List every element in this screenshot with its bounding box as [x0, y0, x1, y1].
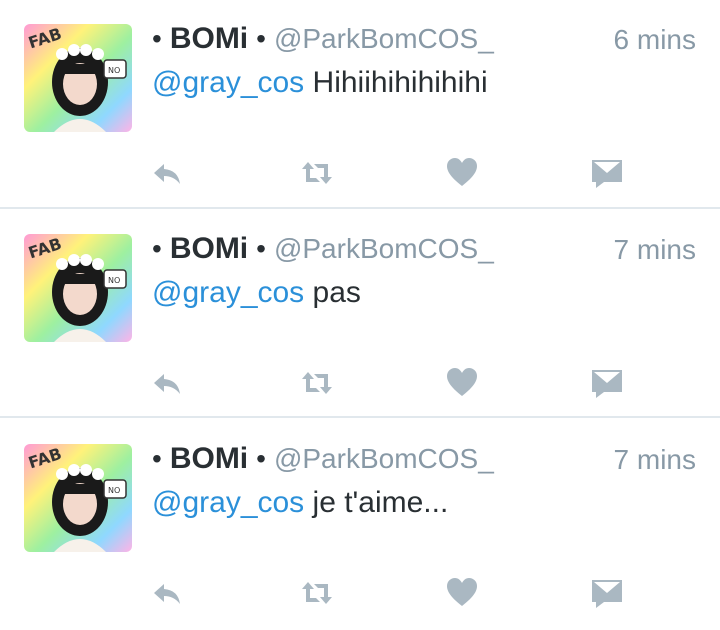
tweet-actions [150, 576, 630, 610]
mention-link[interactable]: @gray_cos [152, 276, 304, 309]
tweet[interactable]: FAB NO • BOMi • @ParkBomCOS_ 7 mins @gray_c… [0, 210, 720, 420]
avatar[interactable]: FAB NO [24, 234, 132, 342]
bullet-separator: • [152, 443, 162, 474]
direct-message-button[interactable] [590, 156, 624, 190]
user-handle[interactable]: @ParkBomCOS_ [274, 23, 494, 54]
direct-message-icon [592, 370, 622, 398]
heart-icon [447, 578, 477, 606]
direct-message-icon [592, 160, 622, 188]
avatar[interactable]: FAB NO [24, 24, 132, 132]
bullet-separator: • [152, 233, 162, 264]
tweet-message: Hihiihihihihihi [312, 66, 488, 99]
avatar-sign: NO [108, 486, 120, 495]
heart-icon [447, 368, 477, 396]
reply-button[interactable] [150, 156, 184, 190]
tweet-actions [150, 156, 630, 190]
retweet-icon [302, 582, 332, 604]
mention-link[interactable]: @gray_cos [152, 66, 304, 99]
like-button[interactable] [445, 156, 479, 190]
direct-message-button[interactable] [590, 366, 624, 400]
timeline: FAB NO • BOMi • @ParkBomCOS_ 6 mins @gray_c… [0, 0, 720, 608]
like-button[interactable] [445, 366, 479, 400]
display-name[interactable]: BOMi [170, 442, 248, 475]
reply-icon [154, 584, 180, 604]
user-handle[interactable]: @ParkBomCOS_ [274, 443, 494, 474]
retweet-icon [302, 162, 332, 184]
bullet-separator: • [256, 233, 266, 264]
tweet-message: je t'aime... [312, 486, 449, 519]
reply-icon [154, 374, 180, 394]
tweet-header: • BOMi • @ParkBomCOS_ 7 mins [152, 442, 696, 482]
tweet[interactable]: FAB NO • BOMi • @ParkBomCOS_ 6 mins @gray_c… [0, 0, 720, 210]
avatar-sign: NO [108, 66, 120, 75]
like-button[interactable] [445, 576, 479, 610]
tweet-header: • BOMi • @ParkBomCOS_ 6 mins [152, 22, 696, 62]
display-name[interactable]: BOMi [170, 232, 248, 265]
retweet-button[interactable] [300, 366, 334, 400]
user-handle[interactable]: @ParkBomCOS_ [274, 233, 494, 264]
tweet-text: @gray_cos Hihiihihihihihi [152, 66, 488, 100]
tweet-text: @gray_cos je t'aime... [152, 486, 448, 520]
direct-message-button[interactable] [590, 576, 624, 610]
mention-link[interactable]: @gray_cos [152, 486, 304, 519]
retweet-button[interactable] [300, 156, 334, 190]
avatar[interactable]: FAB NO [24, 444, 132, 552]
tweet-timestamp[interactable]: 7 mins [614, 234, 696, 266]
avatar-sign: NO [108, 276, 120, 285]
heart-icon [447, 158, 477, 186]
bullet-separator: • [152, 23, 162, 54]
tweet-text: @gray_cos pas [152, 276, 361, 310]
retweet-button[interactable] [300, 576, 334, 610]
reply-button[interactable] [150, 366, 184, 400]
tweet[interactable]: FAB NO • BOMi • @ParkBomCOS_ 7 mins @gray_c… [0, 420, 720, 630]
divider [0, 207, 720, 209]
tweet-message: pas [312, 276, 361, 309]
tweet-actions [150, 366, 630, 400]
display-name[interactable]: BOMi [170, 22, 248, 55]
retweet-icon [302, 372, 332, 394]
tweet-timestamp[interactable]: 6 mins [614, 24, 696, 56]
bullet-separator: • [256, 23, 266, 54]
bullet-separator: • [256, 443, 266, 474]
reply-icon [154, 164, 180, 184]
tweet-timestamp[interactable]: 7 mins [614, 444, 696, 476]
tweet-header: • BOMi • @ParkBomCOS_ 7 mins [152, 232, 696, 272]
divider [0, 416, 720, 418]
reply-button[interactable] [150, 576, 184, 610]
direct-message-icon [592, 580, 622, 608]
